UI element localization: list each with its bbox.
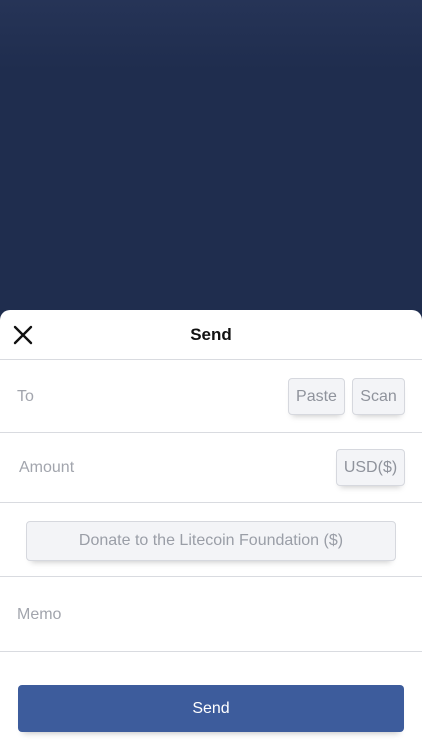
currency-toggle-button[interactable]: USD($): [336, 449, 405, 486]
donate-button[interactable]: Donate to the Litecoin Foundation ($): [26, 521, 396, 561]
background-overlay: [0, 0, 422, 320]
page-title: Send: [190, 325, 232, 344]
donate-row: Donate to the Litecoin Foundation ($): [0, 503, 422, 577]
memo-field[interactable]: Memo: [17, 606, 61, 624]
send-button[interactable]: Send: [18, 685, 404, 732]
scan-button[interactable]: Scan: [352, 378, 405, 415]
to-field-row[interactable]: To Paste Scan: [0, 360, 422, 433]
amount-field[interactable]: Amount: [19, 459, 74, 477]
paste-button[interactable]: Paste: [288, 378, 345, 415]
sheet-header: Send: [0, 310, 422, 360]
send-sheet: Send To Paste Scan Amount USD($) Donate …: [0, 310, 422, 750]
memo-field-row[interactable]: Memo: [0, 577, 422, 652]
amount-field-row[interactable]: Amount USD($): [0, 433, 422, 503]
to-field[interactable]: To: [17, 388, 34, 406]
